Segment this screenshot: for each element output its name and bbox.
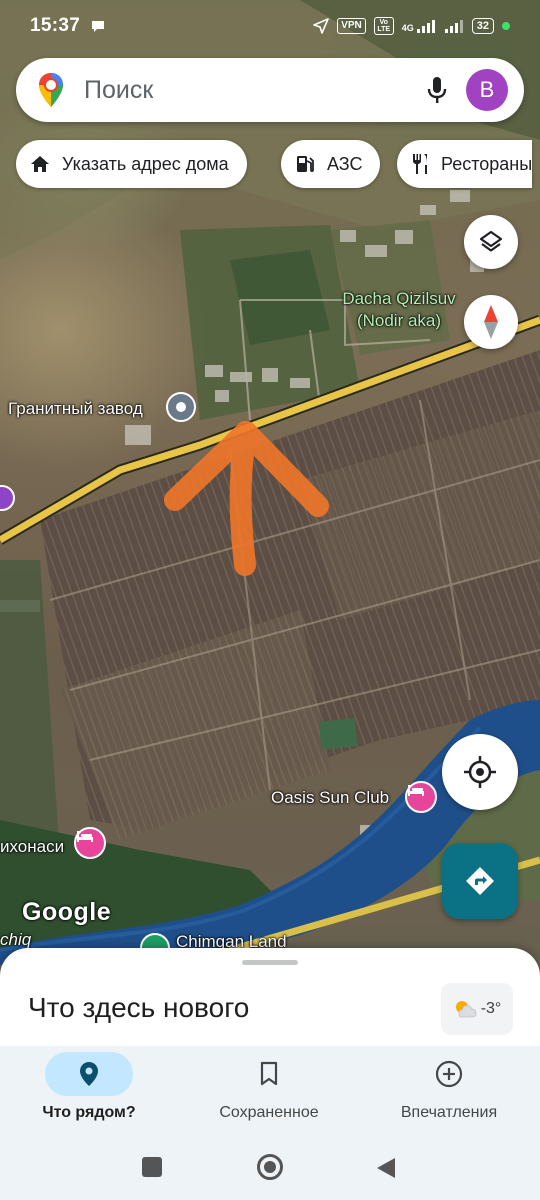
chip-label: АЗС <box>327 153 363 174</box>
nav-tab-contribute-pill <box>405 1052 493 1096</box>
nav-tab-explore-label: Что рядом? <box>42 1104 136 1121</box>
compass-button[interactable] <box>464 295 518 349</box>
poi-label-dacha-text: Dacha Qizilsuv (Nodir aka) <box>342 289 456 330</box>
home-icon <box>30 155 50 173</box>
weather-temperature: -3° <box>480 1000 502 1017</box>
search-input[interactable]: Поиск <box>84 76 426 105</box>
poi-label-dacha[interactable]: Dacha Qizilsuv (Nodir aka) <box>334 288 464 332</box>
chip-label: Рестораны <box>441 153 533 174</box>
signal-icon <box>444 19 464 33</box>
directions-button[interactable] <box>442 843 518 919</box>
poi-label-granite[interactable]: Гранитный завод <box>8 399 143 419</box>
bookmark-icon <box>259 1061 279 1087</box>
battery-indicator: 32 <box>471 18 494 34</box>
my-location-button[interactable] <box>442 734 518 810</box>
chip-gas-stations[interactable]: АЗС <box>281 140 381 188</box>
signal-4g-icon: 4G <box>402 19 436 33</box>
weather-chip[interactable]: -3° <box>441 983 513 1035</box>
status-time: 15:37 <box>30 15 81 36</box>
hotel-icon[interactable] <box>405 781 437 813</box>
microphone-icon[interactable] <box>426 75 448 105</box>
maps-pin-logo-icon <box>38 72 64 108</box>
crosshair-icon <box>463 755 497 789</box>
map-label-chiq: chiq <box>0 930 32 949</box>
bottom-navigation: Что рядом? Сохраненное Впечатления <box>0 1046 540 1130</box>
location-arrow-icon <box>313 18 329 34</box>
gas-station-icon <box>295 154 315 174</box>
restaurant-icon <box>411 153 429 175</box>
home-dot-icon <box>264 1161 276 1173</box>
location-pin-icon[interactable] <box>166 392 196 422</box>
directions-icon <box>464 865 496 897</box>
search-bar[interactable]: Поиск B <box>16 58 524 122</box>
google-logo: Google <box>22 898 112 926</box>
nav-tab-contribute[interactable]: Впечатления <box>369 1052 529 1122</box>
add-circle-icon <box>435 1060 463 1088</box>
location-pin-icon <box>79 1061 99 1087</box>
nav-tab-contribute-label: Впечатления <box>400 1104 498 1121</box>
chip-label: Указать адрес дома <box>62 153 229 174</box>
layers-button[interactable] <box>464 215 518 269</box>
recents-button[interactable] <box>142 1157 162 1177</box>
compass-icon <box>483 304 499 340</box>
system-navigation-bar <box>0 1130 540 1200</box>
chat-bubble-icon <box>90 18 106 34</box>
home-button[interactable] <box>257 1154 283 1180</box>
sheet-drag-handle[interactable] <box>242 960 298 965</box>
partly-cloudy-icon <box>453 999 477 1019</box>
account-avatar[interactable]: B <box>466 69 508 111</box>
volte-badge: Vo LTE <box>373 17 394 35</box>
poi-label-oasis[interactable]: Oasis Sun Club <box>271 788 389 808</box>
hotel-icon[interactable] <box>74 827 106 859</box>
sheet-title: Что здесь нового <box>28 992 250 1023</box>
status-bar: 15:37 VPN Vo LTE 4G 32 <box>0 0 540 52</box>
poi-label-uxonasi[interactable]: ихонаси <box>0 837 64 857</box>
network-type: 4G <box>401 23 414 33</box>
chip-restaurants[interactable]: Рестораны <box>397 140 533 188</box>
layers-icon <box>478 229 504 255</box>
nav-tab-saved-pill <box>225 1052 313 1096</box>
nav-tab-saved[interactable]: Сохраненное <box>189 1052 349 1122</box>
nav-tab-explore[interactable]: Что рядом? <box>9 1052 169 1122</box>
nav-tab-saved-label: Сохраненное <box>219 1104 319 1121</box>
nav-tab-explore-pill <box>45 1052 133 1096</box>
vpn-badge: VPN <box>337 18 366 34</box>
back-button[interactable] <box>376 1157 396 1179</box>
privacy-dot-icon <box>502 22 510 30</box>
chip-home-address[interactable]: Указать адрес дома <box>16 140 247 188</box>
